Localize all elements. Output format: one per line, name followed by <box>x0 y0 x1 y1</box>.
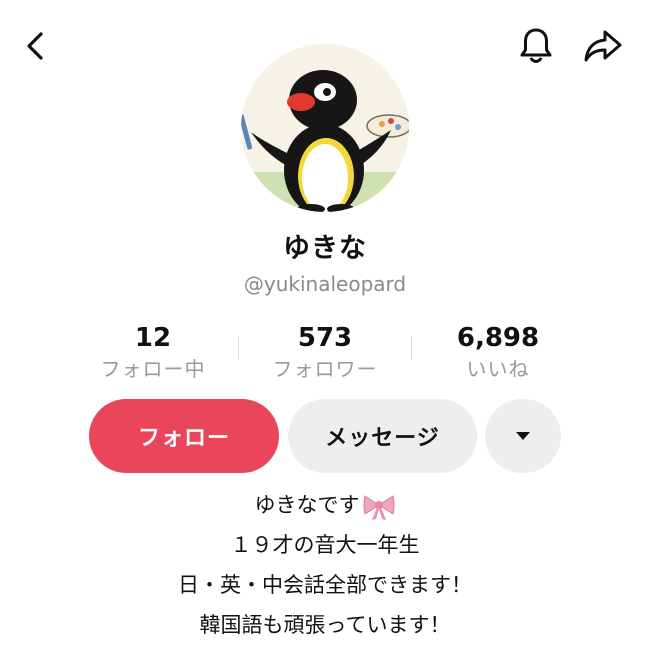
share-arrow-icon <box>584 30 622 62</box>
chevron-left-icon <box>27 32 43 60</box>
followers-stat[interactable]: 573 フォロワー <box>240 322 410 384</box>
message-button[interactable]: メッセージ <box>288 399 477 473</box>
likes-stat: 6,898 いいね <box>413 322 583 384</box>
share-button[interactable] <box>581 24 625 68</box>
likes-count: 6,898 <box>456 323 540 353</box>
caret-down-icon <box>516 432 530 440</box>
following-label: フォロー中 <box>100 357 206 381</box>
bio-line-4: 韓国語も頑張っています！ <box>199 613 451 637</box>
follow-button[interactable]: フォロー <box>89 399 279 473</box>
back-button[interactable] <box>14 24 58 68</box>
ribbon-bow-icon <box>363 495 394 520</box>
followers-label: フォロワー <box>272 357 378 381</box>
likes-label: いいね <box>466 357 530 381</box>
followers-count: 573 <box>297 323 353 353</box>
stat-divider <box>411 336 412 360</box>
bio-line-1: ゆきなです <box>0 485 650 525</box>
stat-divider <box>238 336 239 360</box>
bio-line-2: １９才の音大一年生 <box>230 533 420 557</box>
notification-bell-button[interactable] <box>514 24 558 68</box>
more-options-button[interactable] <box>485 399 561 473</box>
bio: ゆきなです １９才の音大一年生 日・英・中会話全部できます！ 韓国語も頑張ってい… <box>0 485 650 645</box>
bio-text: ゆきなです <box>254 493 360 517</box>
username: @yukinaleopard <box>243 272 407 296</box>
following-count: 12 <box>134 323 172 353</box>
penguin-avatar-image <box>241 44 409 212</box>
bell-icon <box>520 28 552 63</box>
bio-line-3: 日・英・中会話全部できます！ <box>178 573 472 597</box>
display-name: ゆきな <box>283 233 367 264</box>
avatar[interactable] <box>241 44 409 212</box>
following-stat[interactable]: 12 フォロー中 <box>68 322 238 384</box>
